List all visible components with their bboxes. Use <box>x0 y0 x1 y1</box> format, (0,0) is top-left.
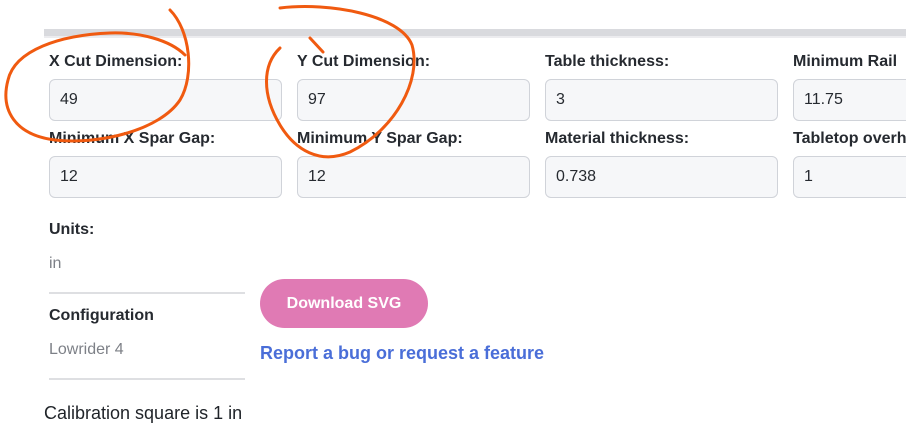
min-y-spar-gap-label: Minimum Y Spar Gap: <box>297 130 463 147</box>
x-cut-dimension-field: X Cut Dimension: <box>49 51 282 121</box>
report-bug-link[interactable]: Report a bug or request a feature <box>260 343 544 364</box>
tabletop-overhang-field: Tabletop overh <box>793 128 906 198</box>
units-divider <box>49 292 245 294</box>
x-cut-dimension-label: X Cut Dimension: <box>49 53 183 70</box>
min-x-spar-gap-input[interactable] <box>49 156 282 198</box>
material-thickness-label: Material thickness: <box>545 130 690 147</box>
y-cut-dimension-input[interactable] <box>297 79 530 121</box>
minimum-rail-input[interactable] <box>793 79 906 121</box>
min-y-spar-gap-field: Minimum Y Spar Gap: <box>297 128 530 198</box>
material-thickness-input[interactable] <box>545 156 778 198</box>
configuration-label: Configuration <box>49 307 154 324</box>
download-svg-button[interactable]: Download SVG <box>260 279 428 328</box>
y-cut-dimension-label: Y Cut Dimension: <box>297 53 431 70</box>
min-x-spar-gap-label: Minimum X Spar Gap: <box>49 130 216 147</box>
table-thickness-input[interactable] <box>545 79 778 121</box>
tabletop-overhang-input[interactable] <box>793 156 906 198</box>
configuration-divider <box>49 378 245 380</box>
minimum-rail-label: Minimum Rail <box>793 53 898 70</box>
table-thickness-label: Table thickness: <box>545 53 670 70</box>
configuration-block: Configuration Lowrider 4 <box>49 307 245 359</box>
material-thickness-field: Material thickness: <box>545 128 778 198</box>
tabletop-overhang-label: Tabletop overh <box>793 130 906 147</box>
table-thickness-field: Table thickness: <box>545 51 778 121</box>
units-block: Units: in <box>49 221 245 273</box>
min-y-spar-gap-input[interactable] <box>297 156 530 198</box>
top-divider-bar <box>44 29 906 38</box>
y-cut-dimension-field: Y Cut Dimension: <box>297 51 530 121</box>
units-value: in <box>49 255 62 272</box>
configuration-value: Lowrider 4 <box>49 341 124 358</box>
x-cut-dimension-input[interactable] <box>49 79 282 121</box>
page: X Cut Dimension: Y Cut Dimension: Table … <box>0 0 906 425</box>
calibration-text: Calibration square is 1 in <box>44 403 243 423</box>
units-label: Units: <box>49 221 95 238</box>
annotation-tick-y-cut <box>308 36 325 54</box>
minimum-rail-field: Minimum Rail <box>793 51 906 121</box>
min-x-spar-gap-field: Minimum X Spar Gap: <box>49 128 282 198</box>
